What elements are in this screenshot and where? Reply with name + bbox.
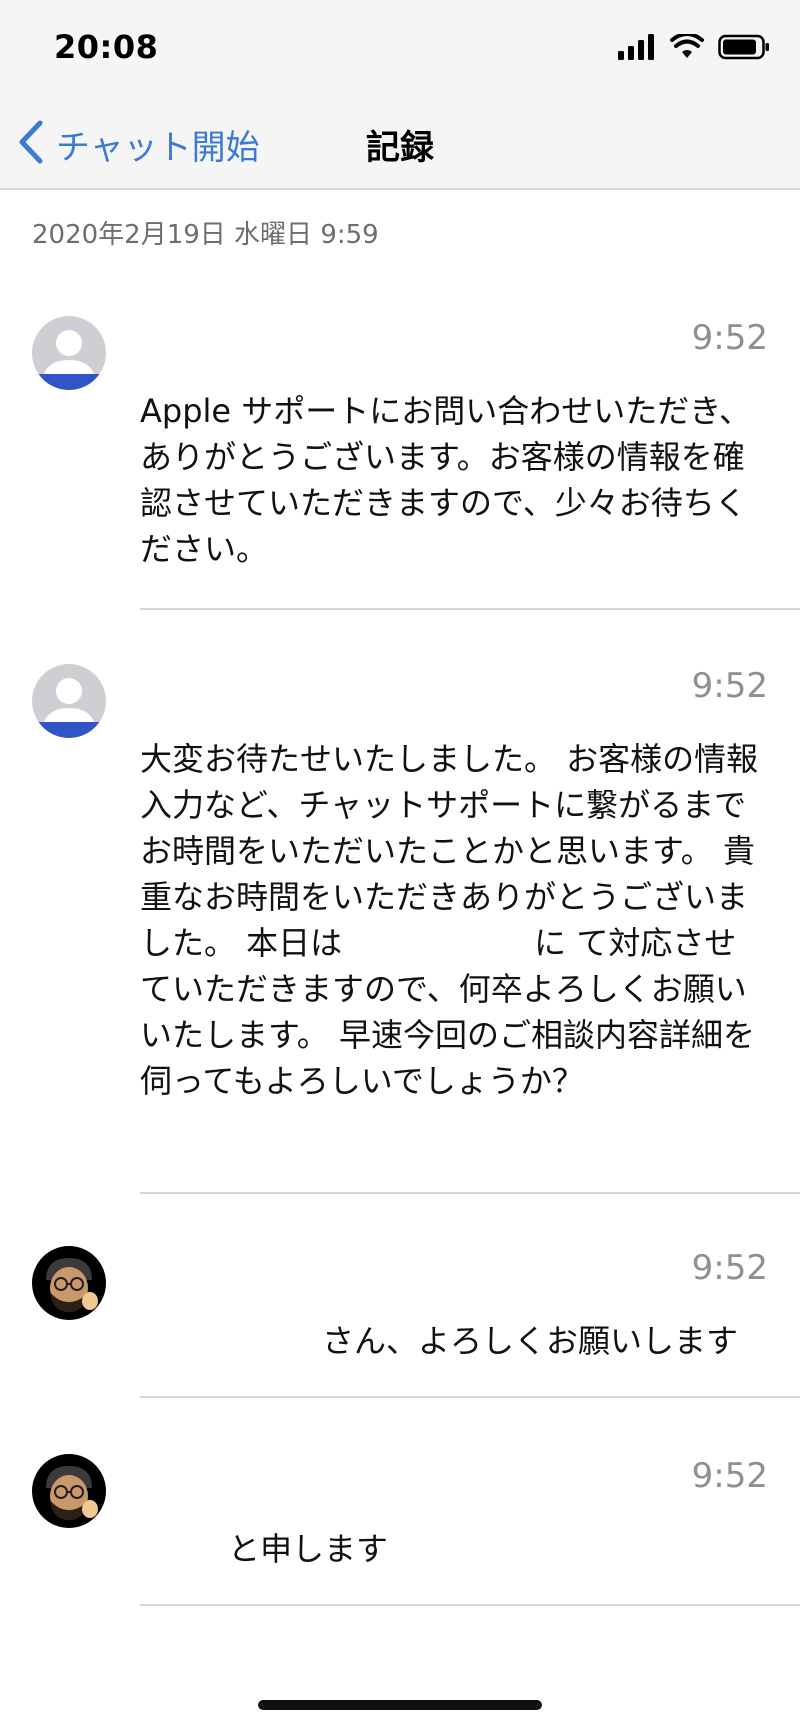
message-time: 9:52 [691, 1248, 768, 1288]
advisor-avatar [32, 664, 106, 738]
message-text: Apple サポートにお問い合わせいただき、ありがとうございます。お客様の情報を… [140, 392, 752, 568]
nav-bar: チャット開始 記録 [0, 100, 800, 190]
message-divider [140, 1396, 800, 1398]
signal-icon [618, 34, 656, 64]
advisor-avatar [32, 316, 106, 390]
user-avatar [32, 1454, 106, 1528]
message-time: 9:52 [691, 666, 768, 706]
status-time: 20:08 [54, 28, 159, 66]
status-icons [618, 32, 770, 64]
message-time: 9:52 [691, 1456, 768, 1496]
battery-icon [718, 34, 770, 64]
message-divider [140, 1192, 800, 1194]
message-time: 9:52 [691, 318, 768, 358]
wifi-icon [670, 32, 704, 64]
message-divider [140, 608, 800, 610]
home-indicator[interactable] [258, 1700, 542, 1710]
message-text: 大変お待たせいたしました。 お客様の情報入力など、チャットサポートに繋がるまでお… [140, 740, 759, 1100]
session-date: 2020年2月19日 水曜日 9:59 [32, 220, 379, 250]
status-bar: 20:08 [0, 0, 800, 100]
message-text: と申します [228, 1530, 389, 1568]
user-avatar [32, 1246, 106, 1320]
page-title: 記録 [366, 128, 434, 168]
message-text: さん、よろしくお願いします [321, 1322, 738, 1360]
message-divider [140, 1604, 800, 1606]
